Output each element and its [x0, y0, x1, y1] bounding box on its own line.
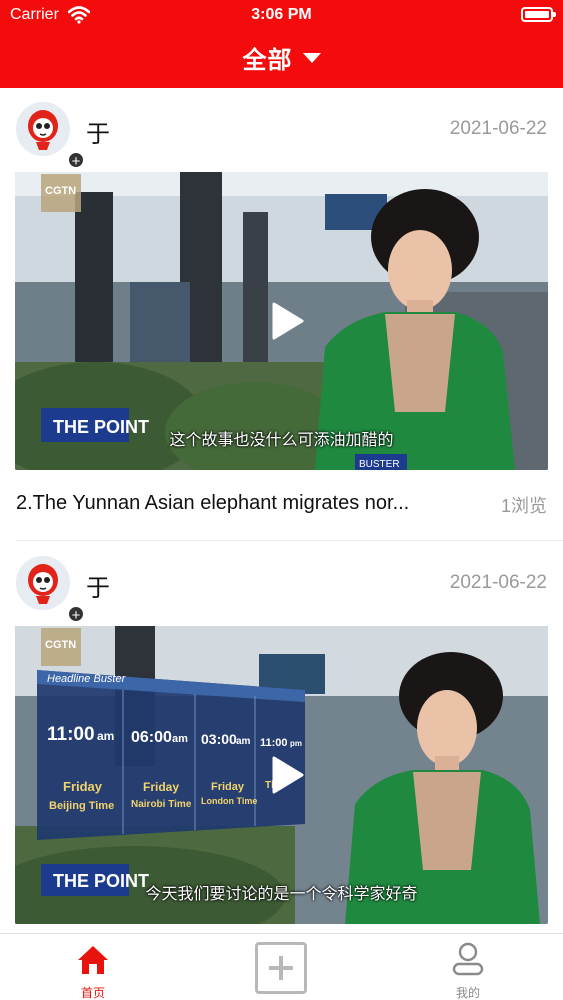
- feed-post[interactable]: + 于 2021-06-22 CGTN THE POINT BUSTER 这个故…: [0, 88, 563, 541]
- video-thumbnail[interactable]: CGTN THE POINT BUSTER 这个故事也没什么可添油加醋的: [15, 172, 548, 470]
- tab-profile[interactable]: 我的: [408, 934, 528, 1000]
- clock-city-1: Beijing Time: [49, 800, 114, 812]
- follow-plus-icon[interactable]: +: [67, 605, 85, 624]
- play-icon[interactable]: [265, 301, 305, 341]
- clock-time-4: 11:00: [260, 737, 288, 749]
- robot-mascot-icon: [16, 102, 70, 156]
- battery-icon: [521, 7, 556, 22]
- tab-profile-label: 我的: [455, 986, 480, 1000]
- add-post-button[interactable]: [255, 942, 307, 994]
- clock-time: 3:06 PM: [251, 6, 312, 23]
- clock-suffix-4: pm: [290, 739, 302, 748]
- author-name[interactable]: 于: [86, 114, 110, 149]
- post-header: + 于 2021-06-22: [0, 88, 563, 170]
- user-icon: [452, 942, 484, 976]
- clock-time-2: 06:00: [131, 729, 172, 746]
- post-date: 2021-06-22: [449, 118, 547, 139]
- tab-home-label: 首页: [80, 986, 105, 1000]
- bottom-tab-bar: 首页 我的: [0, 933, 563, 1000]
- video-subtitle: 这个故事也没什么可添油加醋的: [169, 432, 394, 449]
- status-bar: Carrier 3:06 PM: [0, 4, 563, 26]
- clock-suffix-1: am: [97, 729, 114, 743]
- clock-day-1: Friday: [63, 779, 103, 794]
- video-feed[interactable]: + 于 2021-06-22 CGTN THE POINT BUSTER 这个故…: [0, 88, 563, 933]
- category-title: 全部: [242, 46, 293, 74]
- play-icon[interactable]: [265, 755, 305, 795]
- video-subtitle: 今天我们要讨论的是一个令科学家好奇: [145, 886, 418, 903]
- follow-plus-icon[interactable]: +: [67, 151, 85, 170]
- feed-post[interactable]: + 于 2021-06-22 Headline Buster 11:00 am …: [0, 542, 563, 933]
- view-count: 1浏览: [500, 496, 547, 516]
- panel-title: Headline Buster: [47, 673, 127, 685]
- robot-mascot-icon: [16, 556, 70, 610]
- home-icon: [78, 946, 108, 974]
- post-divider: [16, 540, 563, 541]
- post-date: 2021-06-22: [449, 572, 547, 593]
- lower-third-tag: BUSTER: [359, 459, 400, 470]
- video-thumbnail[interactable]: Headline Buster 11:00 am Friday Beijing …: [15, 626, 548, 924]
- channel-logo: CGTN: [45, 639, 76, 651]
- chevron-down-icon: [302, 53, 321, 63]
- avatar[interactable]: +: [16, 102, 85, 170]
- category-selector[interactable]: 全部: [0, 40, 563, 74]
- clock-suffix-2: am: [172, 733, 188, 745]
- author-name[interactable]: 于: [86, 568, 110, 603]
- clock-city-3: London Time: [201, 796, 257, 806]
- top-header: Carrier 3:06 PM 全部: [0, 0, 563, 88]
- clock-time-3: 03:00: [201, 731, 237, 747]
- avatar[interactable]: +: [16, 556, 85, 624]
- post-header: + 于 2021-06-22: [0, 542, 563, 624]
- clock-day-2: Friday: [143, 780, 179, 794]
- clock-day-3: Friday: [211, 781, 245, 793]
- post-title[interactable]: 2.The Yunnan Asian elephant migrates nor…: [16, 492, 456, 515]
- clock-suffix-3: am: [236, 736, 251, 747]
- clock-time-1: 11:00: [47, 724, 95, 745]
- channel-logo: CGTN: [45, 185, 76, 197]
- tab-home[interactable]: 首页: [33, 934, 153, 1000]
- clock-city-2: Nairobi Time: [131, 799, 192, 810]
